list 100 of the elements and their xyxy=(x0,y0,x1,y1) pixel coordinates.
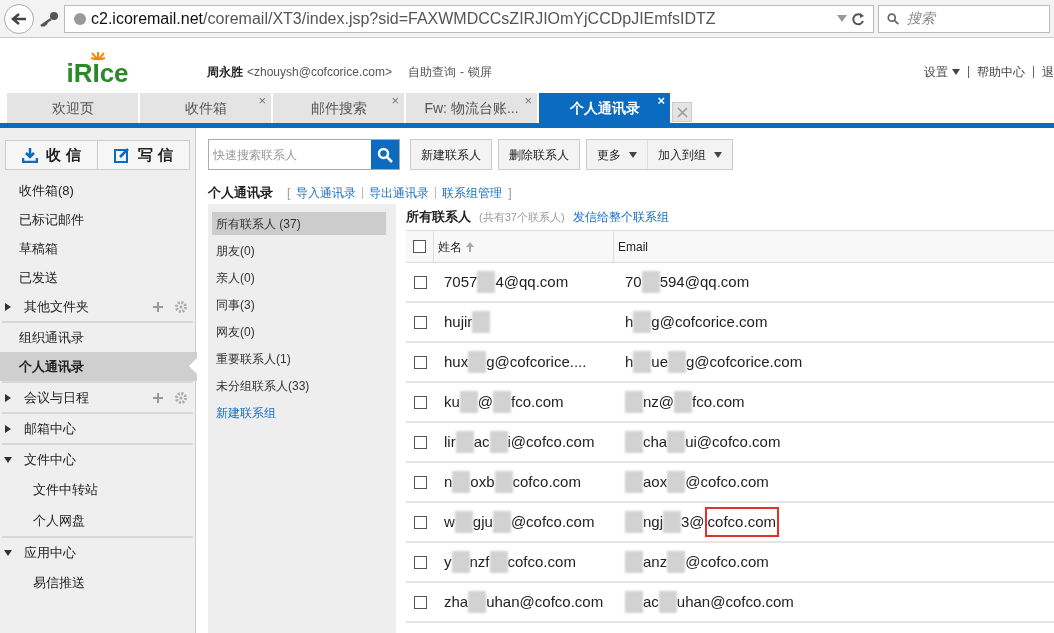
sidebar-item[interactable]: 已发送 xyxy=(0,263,197,292)
contact-count: (共有37个联系人) xyxy=(479,209,565,225)
header-link[interactable]: 设置 xyxy=(924,63,960,81)
search-button[interactable] xyxy=(371,140,399,169)
redaction-mark xyxy=(477,271,496,293)
collapsed-arrow-icon xyxy=(4,424,12,433)
redaction-mark xyxy=(489,551,508,573)
close-icon[interactable]: × xyxy=(258,94,266,107)
new-group-link[interactable]: 新建联系组 xyxy=(212,401,386,424)
checkbox[interactable] xyxy=(413,275,427,289)
cell-text: fco.com xyxy=(511,391,564,412)
sidebar-subitem[interactable]: 易信推送 xyxy=(0,567,195,598)
separator: - xyxy=(459,64,464,81)
search-input[interactable]: 搜索 xyxy=(907,8,1041,29)
toolbar-button[interactable]: 删除联系人 xyxy=(498,139,580,170)
checkbox[interactable] xyxy=(413,240,426,253)
contact-search-field[interactable]: 快速搜索联系人 xyxy=(208,139,400,170)
section-title: 个人通讯录 xyxy=(208,184,273,203)
redaction-mark xyxy=(625,431,643,453)
cell-text: aox xyxy=(643,471,668,492)
sidebar-item[interactable]: 应用中心 xyxy=(0,538,197,567)
highlighted-text: cofco.com xyxy=(704,506,779,538)
cell-text: cofco.com xyxy=(512,471,581,492)
toolbar-button[interactable]: 加入到组 xyxy=(647,139,733,170)
cell-text: h xyxy=(625,351,634,372)
browser-search-field[interactable]: 搜索 xyxy=(878,4,1050,33)
cell-text: g@cofcorice.com xyxy=(651,311,768,332)
send-to-group-link[interactable]: 发信给整个联系组 xyxy=(572,208,669,226)
redaction-mark xyxy=(468,591,487,613)
checkbox[interactable] xyxy=(413,395,427,409)
sidebar-item[interactable]: 已标记邮件 xyxy=(0,205,197,234)
section-link[interactable]: 联系组管理 xyxy=(442,184,503,202)
redaction-mark xyxy=(663,511,682,533)
section-link[interactable]: 导出通讯录 xyxy=(369,184,430,202)
sidebar-item[interactable]: 组织通讯录 xyxy=(0,323,197,352)
collapsed-arrow-icon xyxy=(4,302,12,311)
group-item[interactable]: 所有联系人 (37) xyxy=(212,212,386,235)
sidebar-subitem[interactable]: 文件中转站 xyxy=(0,474,195,505)
sidebar-item[interactable]: 邮箱中心 xyxy=(0,414,197,443)
checkbox[interactable] xyxy=(413,355,427,369)
section-link[interactable]: 导入通讯录 xyxy=(296,184,357,202)
back-arrow-icon xyxy=(11,11,27,26)
tab[interactable]: Fw: 物流台账... × xyxy=(406,93,537,123)
write-button[interactable]: 写 信 xyxy=(98,141,189,169)
checkbox[interactable] xyxy=(413,555,427,569)
cell-text: @ xyxy=(477,391,494,412)
sidebar-item[interactable]: 草稿箱 xyxy=(0,234,197,263)
group-item[interactable]: 同事(3) xyxy=(212,293,386,316)
tab[interactable]: 收件箱 × xyxy=(140,93,271,123)
close-icon[interactable]: × xyxy=(657,94,665,107)
search-input[interactable]: 快速搜索联系人 xyxy=(209,140,371,169)
redaction-mark xyxy=(668,351,687,373)
sidebar-item[interactable]: 文件中心 xyxy=(0,445,197,474)
tab[interactable]: 个人通讯录 × xyxy=(539,93,670,123)
tab-scroll-icon xyxy=(672,102,692,122)
checkbox[interactable] xyxy=(413,515,427,529)
redaction-mark xyxy=(625,551,643,573)
cell-text: @cofco.com xyxy=(685,551,769,572)
cell-text: @cofco.com xyxy=(510,511,595,532)
group-item[interactable]: 亲人(0) xyxy=(212,266,386,289)
sidebar-subitem[interactable]: 个人网盘 xyxy=(0,505,195,536)
header-link[interactable]: 退 xyxy=(1042,63,1054,81)
sidebar-item[interactable]: 个人通讯录 xyxy=(0,352,197,381)
gear-icon xyxy=(175,300,187,313)
checkbox[interactable] xyxy=(413,595,427,609)
header-link[interactable]: 锁屏 xyxy=(467,63,492,81)
cell-text: lir xyxy=(444,431,456,452)
receive-button[interactable]: 收 信 xyxy=(6,141,98,169)
toolbar-button[interactable]: 更多 xyxy=(586,139,648,170)
group-item[interactable]: 网友(0) xyxy=(212,320,386,343)
group-item[interactable]: 重要联系人(1) xyxy=(212,347,386,370)
back-button[interactable] xyxy=(4,3,34,34)
tab[interactable]: 欢迎页 xyxy=(7,93,138,123)
checkbox[interactable] xyxy=(413,475,427,489)
cell-text: @cofco.com xyxy=(685,471,769,492)
cell-text: ui@cofco.com xyxy=(685,431,781,452)
checkbox[interactable] xyxy=(413,315,427,329)
cell-text: uhan@cofco.com xyxy=(486,591,604,612)
redaction-mark xyxy=(625,391,643,413)
group-item[interactable]: 朋友(0) xyxy=(212,239,386,262)
bracket: ] xyxy=(508,185,512,202)
column-header[interactable]: Email xyxy=(614,237,648,256)
sidebar-item[interactable]: 收件箱(8) xyxy=(0,176,197,205)
header-link[interactable]: 自助查询 xyxy=(407,63,456,81)
column-header[interactable]: 姓名 xyxy=(438,237,462,256)
sidebar-item[interactable]: 会议与日程 xyxy=(0,383,197,412)
cell-text: ac xyxy=(473,431,490,452)
address-bar[interactable]: c2.icoremail.net/coremail/XT3/index.jsp?sid=FAXWMDCCsZIRJIOmYjCCDpJIEmfsIDTZ xyxy=(64,4,874,33)
group-item[interactable]: 未分组联系人(33) xyxy=(212,374,386,397)
reload-icon xyxy=(851,11,865,26)
cell-text: 7057 xyxy=(444,271,478,292)
header-link[interactable]: 帮助中心 xyxy=(977,63,1025,81)
redaction-mark xyxy=(459,391,478,413)
toolbar-button[interactable]: 新建联系人 xyxy=(410,139,492,170)
checkbox[interactable] xyxy=(413,435,427,449)
close-icon[interactable]: × xyxy=(391,94,399,107)
tab[interactable]: 邮件搜索 × xyxy=(273,93,404,123)
sidebar-item[interactable]: 其他文件夹 xyxy=(0,292,197,321)
close-icon[interactable]: × xyxy=(524,94,532,107)
cell-text: w xyxy=(444,511,455,532)
